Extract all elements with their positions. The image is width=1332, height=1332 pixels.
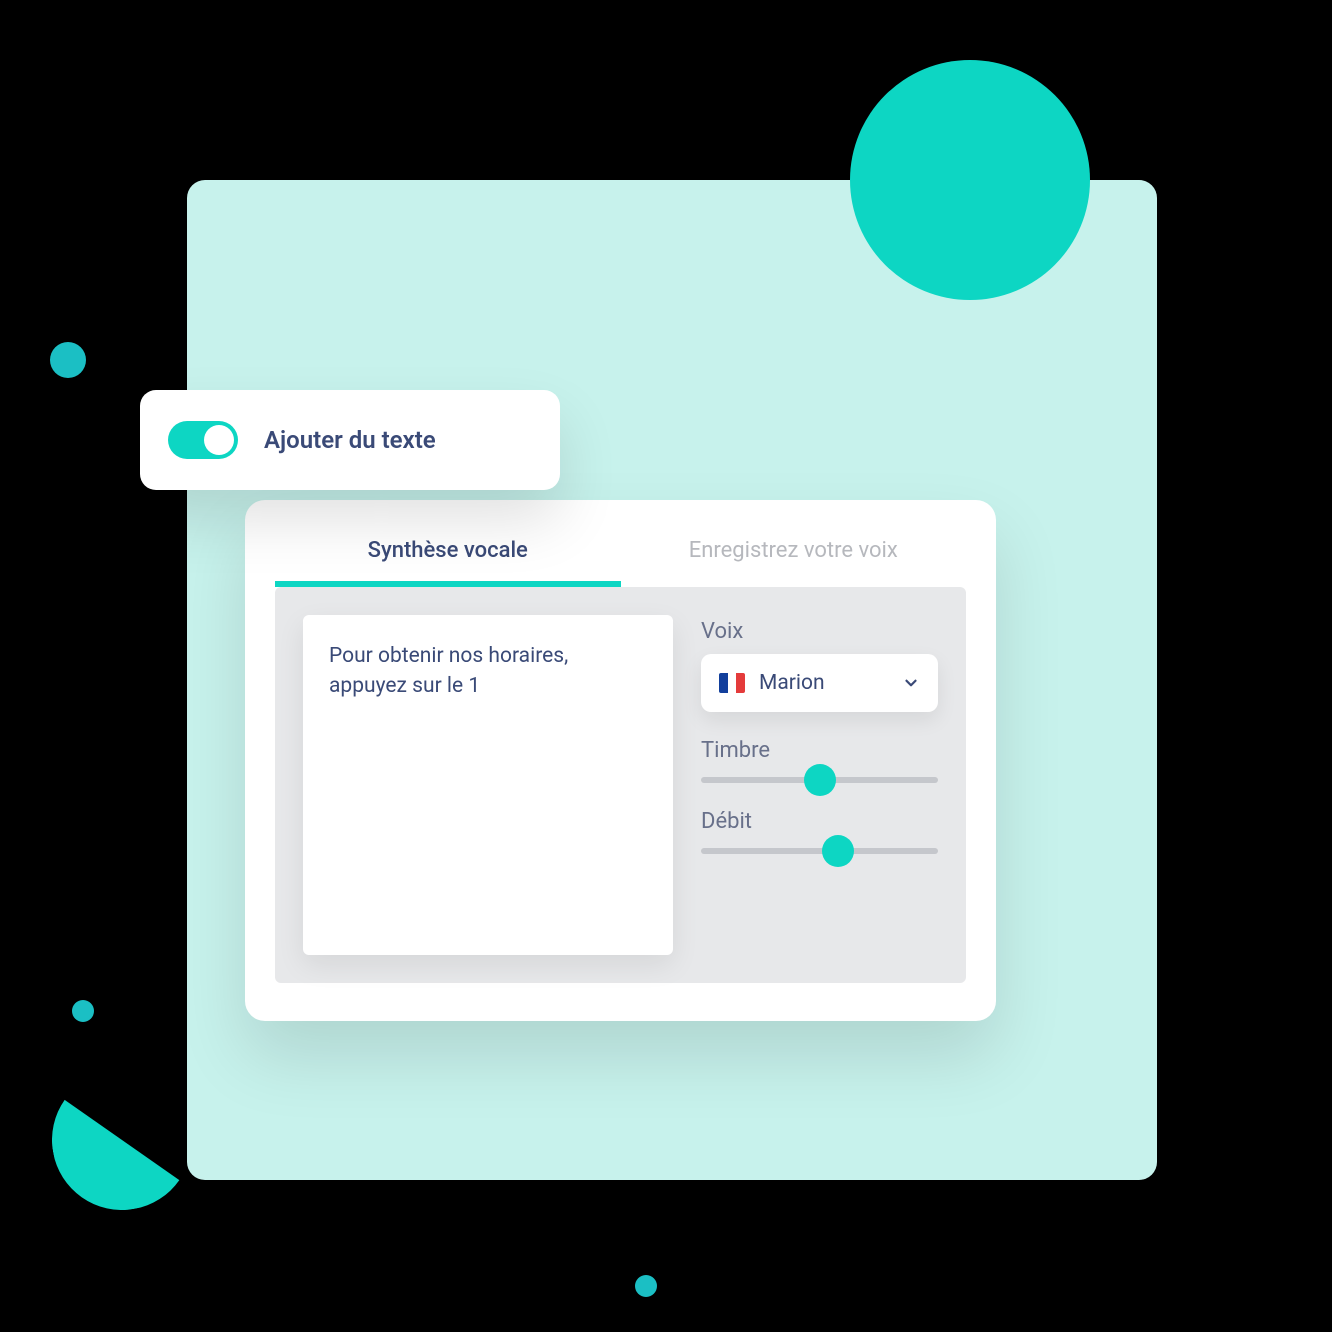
chevron-down-icon (902, 674, 920, 692)
timbre-slider-thumb[interactable] (804, 764, 836, 796)
debit-slider-thumb[interactable] (822, 835, 854, 867)
voice-label: Voix (701, 619, 938, 644)
toggle-knob (204, 425, 234, 455)
debit-slider[interactable] (701, 848, 938, 854)
france-flag-icon (719, 673, 745, 693)
add-text-toggle-card: Ajouter du texte (140, 390, 560, 490)
decoration-dot (50, 342, 86, 378)
timbre-group: Timbre (701, 738, 938, 783)
decoration-dot (72, 1000, 94, 1022)
voice-selected-name: Marion (759, 671, 888, 695)
debit-label: Débit (701, 809, 938, 834)
timbre-label: Timbre (701, 738, 938, 763)
voice-dropdown[interactable]: Marion (701, 654, 938, 712)
tts-text-value: Pour obtenir nos horaires, appuyez sur l… (329, 641, 647, 702)
decoration-circle-large (850, 60, 1090, 300)
debit-group: Débit (701, 809, 938, 854)
voice-settings-panel: Synthèse vocale Enregistrez votre voix P… (245, 500, 996, 1021)
add-text-toggle[interactable] (168, 421, 238, 459)
add-text-label: Ajouter du texte (264, 426, 436, 454)
tab-tts[interactable]: Synthèse vocale (275, 528, 621, 587)
tabs: Synthèse vocale Enregistrez votre voix (275, 528, 966, 587)
voice-controls: Voix Marion Timbre Débit (701, 615, 938, 955)
decoration-dot (635, 1275, 657, 1297)
voice-group: Voix Marion (701, 619, 938, 712)
tts-text-input[interactable]: Pour obtenir nos horaires, appuyez sur l… (303, 615, 673, 955)
tab-record[interactable]: Enregistrez votre voix (621, 528, 967, 587)
timbre-slider[interactable] (701, 777, 938, 783)
decoration-half-circle (41, 1059, 203, 1221)
tab-content: Pour obtenir nos horaires, appuyez sur l… (275, 587, 966, 983)
